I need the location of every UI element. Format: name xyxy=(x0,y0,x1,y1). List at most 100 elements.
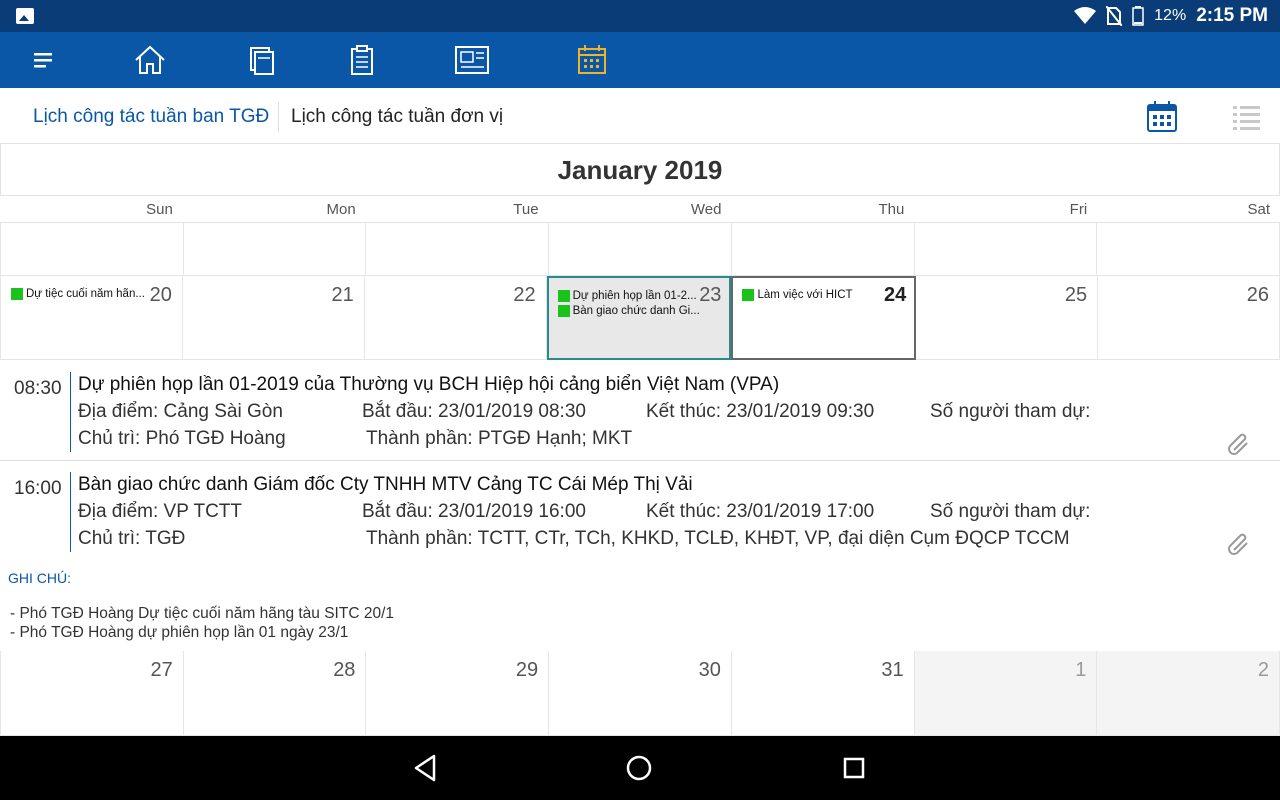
weekday-fri: Fri xyxy=(1069,201,1088,218)
event-label: Dự phiên họp lần 01-2... xyxy=(572,290,697,302)
weekday-header: Sun Mon Tue Wed Thu Fri Sat xyxy=(0,196,1280,223)
home-circle-icon[interactable] xyxy=(623,752,655,784)
list-view-icon[interactable] xyxy=(1230,100,1264,134)
day-number: 27 xyxy=(150,659,173,681)
attachment-icon[interactable] xyxy=(1226,530,1252,556)
event-time: 16:00 xyxy=(14,478,62,499)
event-bar xyxy=(70,472,71,552)
news-icon[interactable] xyxy=(454,42,490,78)
weekday-mon: Mon xyxy=(326,201,356,218)
day-cell-26[interactable]: 26 xyxy=(1098,276,1280,360)
recents-icon[interactable] xyxy=(838,752,870,784)
calendar-event[interactable]: Làm việc với HICT xyxy=(742,289,853,301)
event-label: Dự tiệc cuối năm hãn... xyxy=(26,288,145,300)
day-cell-24-today[interactable]: Làm việc với HICT 24 xyxy=(731,276,917,360)
week-row-20: Dự tiệc cuối năm hãn... 20 21 22 Dự phiê… xyxy=(0,276,1280,360)
day-cell-25[interactable]: 25 xyxy=(916,276,1099,360)
day-number: 22 xyxy=(513,284,536,306)
tab-divider xyxy=(278,102,279,132)
note-line: - Phó TGĐ Hoàng Dự tiệc cuối năm hãng tà… xyxy=(10,605,395,622)
calendar-event[interactable]: Dự tiệc cuối năm hãn... xyxy=(11,288,145,300)
event-title: Dự phiên họp lần 01-2019 của Thường vụ B… xyxy=(78,374,780,395)
day-cell-28[interactable]: 28 xyxy=(183,651,367,736)
day-number: 30 xyxy=(698,659,721,681)
day-cell-29[interactable]: 29 xyxy=(366,651,550,736)
calendar-icon[interactable] xyxy=(574,42,610,78)
day-number: 25 xyxy=(1064,284,1088,306)
day-cell-23-selected[interactable]: Dự phiên họp lần 01-2... Bàn giao chức d… xyxy=(546,276,732,360)
event-marker xyxy=(742,289,755,301)
tab-weekly-unit[interactable]: Lịch công tác tuần đơn vị xyxy=(291,106,503,128)
day-cell-30[interactable]: 30 xyxy=(549,651,732,736)
day-cell-21[interactable]: 21 xyxy=(182,276,365,360)
menu-icon[interactable] xyxy=(26,42,62,78)
home-icon[interactable] xyxy=(132,42,168,78)
event-start: Bắt đầu: 23/01/2019 08:30 xyxy=(362,401,586,422)
wifi-icon xyxy=(1074,7,1097,24)
day-cell-22[interactable]: 22 xyxy=(364,276,547,360)
event-marker xyxy=(557,290,570,302)
event-label: Bàn giao chức danh Gi... xyxy=(572,305,700,317)
clipboard-icon[interactable] xyxy=(344,42,380,78)
day-number: 24 xyxy=(884,284,907,306)
day-cell-empty[interactable] xyxy=(549,223,732,276)
tabs-bar: Lịch công tác tuần ban TGĐ Lịch công tác… xyxy=(0,88,1280,144)
weekday-thu: Thu xyxy=(878,201,905,218)
event-attendees: Số người tham dự: xyxy=(930,401,1091,422)
event-divider xyxy=(0,460,1280,461)
event-bar xyxy=(70,372,71,452)
week-row-previous xyxy=(0,223,1280,276)
app-toolbar xyxy=(0,32,1280,88)
day-number: 29 xyxy=(515,659,539,681)
day-cell-empty[interactable] xyxy=(731,223,915,276)
day-cell-empty[interactable] xyxy=(366,223,550,276)
day-cell-27[interactable]: 27 xyxy=(0,651,184,736)
event-participants: Thành phần: TCTT, CTr, TCh, KHKD, TCLĐ, … xyxy=(366,528,1070,549)
tab-weekly-board[interactable]: Lịch công tác tuần ban TGĐ xyxy=(33,106,269,128)
day-number: 23 xyxy=(699,284,722,306)
day-cell-20[interactable]: Dự tiệc cuối năm hãn... 20 xyxy=(0,276,183,360)
system-nav-bar xyxy=(0,736,1280,800)
event-marker xyxy=(557,305,570,317)
weekday-sat: Sat xyxy=(1247,201,1271,218)
calendar-view-icon[interactable] xyxy=(1145,100,1179,134)
day-cell-next-1[interactable]: 1 xyxy=(914,651,1098,736)
calendar-event[interactable]: Dự phiên họp lần 01-2... xyxy=(557,290,697,302)
status-right: 12% 2:15 PM xyxy=(1074,4,1268,28)
clock: 2:15 PM xyxy=(1196,5,1268,26)
gallery-icon xyxy=(16,8,34,24)
day-number: 31 xyxy=(881,659,904,681)
no-sim-icon xyxy=(1106,6,1123,26)
day-number: 21 xyxy=(331,284,354,306)
event-chair: Chủ trì: TGĐ xyxy=(78,528,186,549)
day-cell-next-2[interactable]: 2 xyxy=(1097,651,1280,736)
note-line: - Phó TGĐ Hoàng dự phiên họp lần 01 ngày… xyxy=(10,624,349,641)
day-number: 26 xyxy=(1246,284,1270,306)
event-end: Kết thúc: 23/01/2019 09:30 xyxy=(646,401,875,422)
calendar-event[interactable]: Bàn giao chức danh Gi... xyxy=(557,305,700,317)
event-start: Bắt đầu: 23/01/2019 16:00 xyxy=(362,501,586,522)
day-number: 28 xyxy=(333,659,356,681)
documents-icon[interactable] xyxy=(244,42,280,78)
back-icon[interactable] xyxy=(410,752,442,784)
battery-percent: 12% xyxy=(1154,7,1187,24)
weekday-tue: Tue xyxy=(513,201,539,218)
day-number: 2 xyxy=(1257,659,1270,681)
event-title: Bàn giao chức danh Giám đốc Cty TNHH MTV… xyxy=(78,474,693,495)
notes-title: GHI CHÚ: xyxy=(8,570,71,586)
event-time: 08:30 xyxy=(14,378,62,399)
event-location: Địa điểm: Cảng Sài Gòn xyxy=(78,401,283,422)
weekday-wed: Wed xyxy=(690,201,722,218)
day-cell-empty[interactable] xyxy=(183,223,367,276)
battery-icon xyxy=(1132,6,1144,26)
event-end: Kết thúc: 23/01/2019 17:00 xyxy=(646,501,875,522)
day-cell-empty[interactable] xyxy=(914,223,1098,276)
day-cell-31[interactable]: 31 xyxy=(731,651,915,736)
day-number: 1 xyxy=(1075,659,1087,681)
day-cell-empty[interactable] xyxy=(0,223,184,276)
day-cell-empty[interactable] xyxy=(1097,223,1280,276)
attachment-icon[interactable] xyxy=(1226,430,1252,456)
month-title: January 2019 xyxy=(0,144,1280,196)
event-attendees: Số người tham dự: xyxy=(930,501,1091,522)
day-details-panel: 08:30 Dự phiên họp lần 01-2019 của Thườn… xyxy=(0,360,1280,650)
